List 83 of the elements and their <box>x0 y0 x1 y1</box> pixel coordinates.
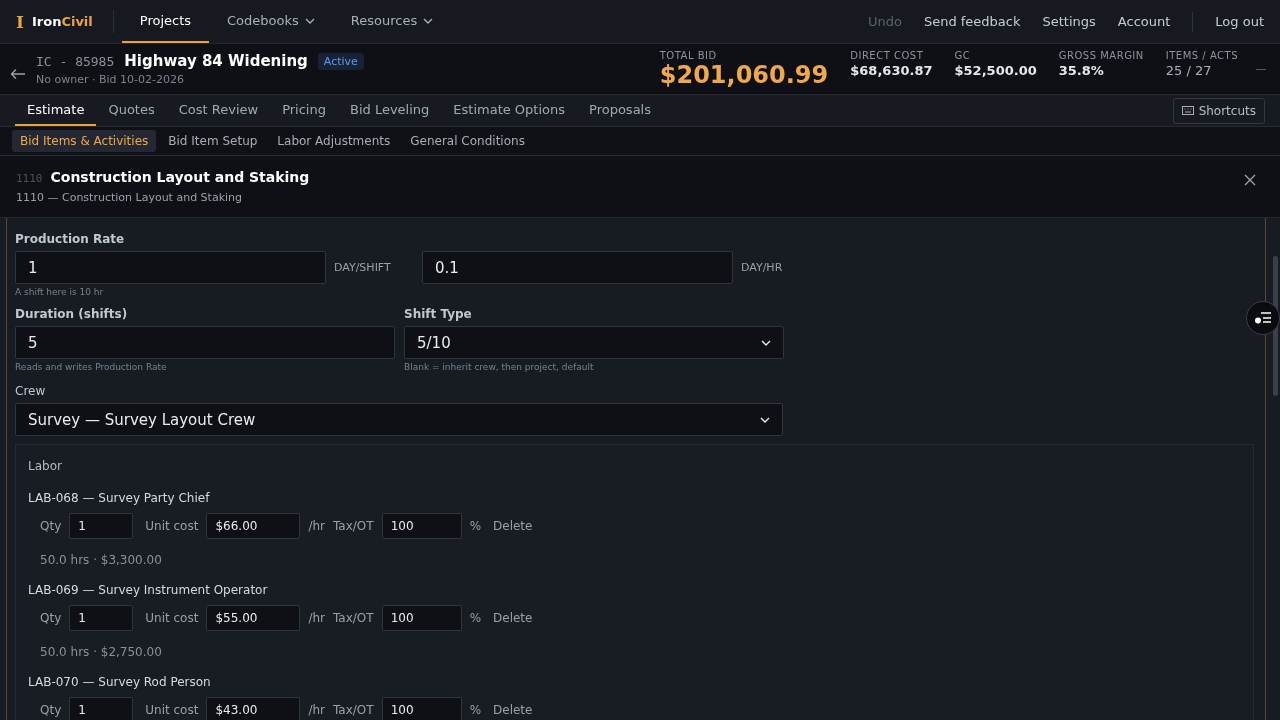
field-label: Tax/OT <box>333 611 374 625</box>
field-label: % <box>469 703 482 717</box>
tab[interactable]: Quotes <box>96 95 167 126</box>
field-label: % <box>469 611 482 625</box>
section-title: Labor <box>28 459 63 473</box>
project-meta: No owner · Bid 10-02-2026 <box>36 73 185 86</box>
field-label: Unit cost <box>145 519 199 533</box>
detail-title: Construction Layout and Staking <box>50 169 310 185</box>
input-field[interactable]: $66.00 <box>206 513 301 539</box>
shortcuts-button[interactable]: Shortcuts <box>1172 97 1265 124</box>
unit-label: DAY/HR <box>741 261 784 274</box>
header-link[interactable]: Settings <box>1042 14 1096 29</box>
field-label: Duration (shifts) <box>15 307 129 321</box>
stat-value: $201,060.99 <box>659 60 829 89</box>
input-field[interactable]: 0.1 <box>422 251 733 284</box>
select-field[interactable]: Survey — Survey Layout Crew <box>15 403 783 436</box>
field-label: /hr <box>308 611 325 625</box>
subtab[interactable]: Bid Items & Activities <box>12 130 157 152</box>
labor-summary: 50.0 hrs · $3,300.00 <box>40 553 163 567</box>
labor-name: LAB-069 — Survey Instrument Operator <box>28 583 269 597</box>
field-label: Tax/OT <box>333 703 374 717</box>
field-label: Crew <box>15 384 47 398</box>
field-hint: Reads and writes Production Rate <box>15 362 167 372</box>
delete-link[interactable]: Delete <box>493 611 533 625</box>
field-label: /hr <box>308 519 325 533</box>
field-label: Tax/OT <box>333 519 374 533</box>
input-field[interactable]: 100 <box>381 513 462 539</box>
status-badge: Active <box>317 52 364 70</box>
brand-name[interactable]: IronCivil <box>31 14 93 29</box>
project-code: IC - 85985 <box>36 53 115 69</box>
item-code: 1110 <box>16 172 43 185</box>
input-field[interactable]: 1 <box>15 251 326 284</box>
field-label: Unit cost <box>145 703 199 717</box>
stat-value: $52,500.00 <box>954 62 1037 78</box>
stat-value: $68,630.87 <box>850 62 933 78</box>
field-label: Production Rate <box>15 232 126 246</box>
field-label: Unit cost <box>145 611 199 625</box>
stat-label: GC <box>954 49 972 61</box>
select-field[interactable]: 5/10 <box>404 326 784 359</box>
header-link[interactable]: Account <box>1117 14 1171 29</box>
logo-icon: I <box>16 11 24 32</box>
input-field[interactable]: 100 <box>381 697 462 720</box>
tab[interactable]: Estimate Options <box>441 95 578 126</box>
nav-link[interactable]: Resources <box>332 0 452 43</box>
input-field[interactable]: 1 <box>69 513 134 539</box>
delete-link[interactable]: Delete <box>493 703 533 717</box>
stat-value: 25 / 27 <box>1165 62 1213 78</box>
stat-label: ITEMS / ACTS <box>1165 49 1238 61</box>
field-label: /hr <box>308 703 325 717</box>
tab[interactable]: Cost Review <box>166 95 271 126</box>
field-label: Qty <box>40 611 62 625</box>
stat-label: TOTAL BID <box>659 49 718 61</box>
stat-value: 35.8% <box>1058 62 1105 78</box>
delete-link[interactable]: Delete <box>493 519 533 533</box>
subtab[interactable]: Bid Item Setup <box>160 130 266 152</box>
unit-label: DAY/SHIFT <box>334 261 392 274</box>
detail-subtitle: 1110 — Construction Layout and Staking <box>16 191 244 204</box>
field-label: Qty <box>40 703 62 717</box>
tab[interactable]: Pricing <box>270 95 338 126</box>
field-label: Shift Type <box>404 307 473 321</box>
subtab[interactable]: Labor Adjustments <box>269 130 399 152</box>
input-field[interactable]: 100 <box>381 605 462 631</box>
field-hint: Blank = inherit crew, then project, default <box>404 362 594 372</box>
subtab[interactable]: General Conditions <box>402 130 533 152</box>
field-label: % <box>469 519 482 533</box>
field-hint: A shift here is 10 hr <box>15 287 104 297</box>
stat-label: GROSS MARGIN <box>1058 49 1144 61</box>
labor-name: LAB-070 — Survey Rod Person <box>28 675 212 689</box>
input-field[interactable]: 1 <box>69 697 134 720</box>
project-name: Highway 84 Widening <box>124 52 308 70</box>
labor-name: LAB-068 — Survey Party Chief <box>28 491 211 505</box>
tab[interactable]: Bid Leveling <box>337 95 442 126</box>
tab[interactable]: Proposals <box>577 95 663 126</box>
input-field[interactable]: $43.00 <box>206 697 301 720</box>
nav-link[interactable]: Codebooks <box>209 0 333 43</box>
stat-label: DIRECT COST <box>850 49 925 61</box>
header-link[interactable]: Send feedback <box>923 14 1021 29</box>
input-field[interactable]: 1 <box>69 605 134 631</box>
field-label: Qty <box>40 519 62 533</box>
header-link[interactable]: Log out <box>1215 14 1264 29</box>
input-field[interactable]: $55.00 <box>206 605 301 631</box>
labor-summary: 50.0 hrs · $2,750.00 <box>40 645 163 659</box>
input-field[interactable]: 5 <box>15 326 395 359</box>
